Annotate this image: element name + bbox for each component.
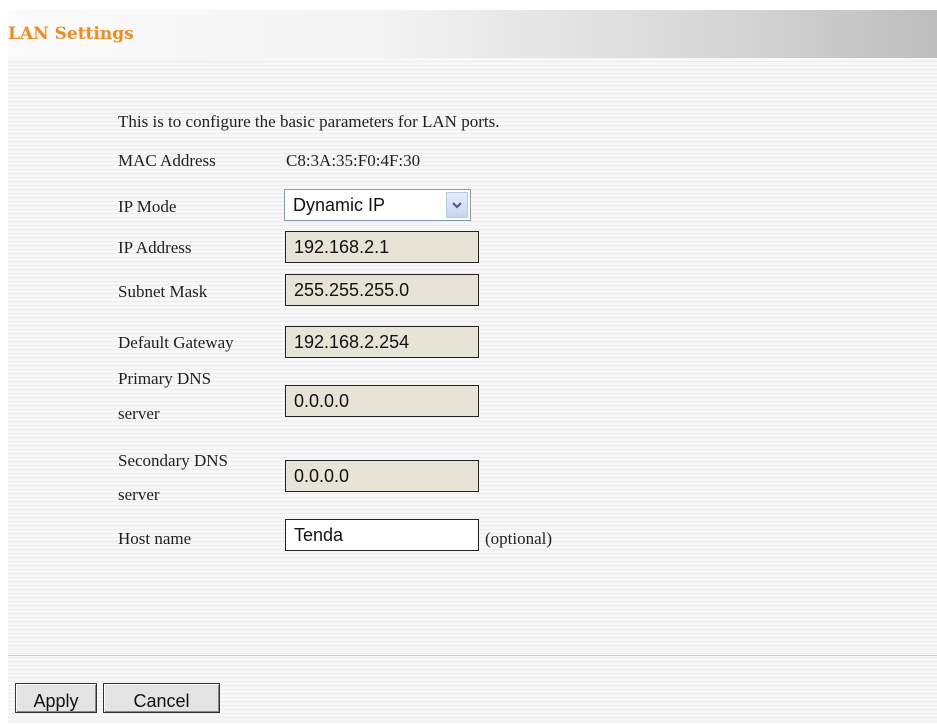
host-name-label: Host name: [118, 529, 192, 548]
host-name-hint: (optional): [485, 529, 553, 548]
default-gateway-field[interactable]: [285, 326, 479, 358]
secondary-dns-label-cont: server: [118, 485, 160, 504]
mac-address-label: MAC Address: [118, 151, 216, 170]
default-gateway-label: Default Gateway: [118, 333, 234, 352]
primary-dns-label-cont: server: [118, 404, 160, 423]
primary-dns-label: Primary DNS: [118, 369, 212, 388]
ip-address-field[interactable]: [285, 231, 479, 263]
apply-button[interactable]: Apply: [15, 683, 97, 713]
cancel-button[interactable]: Cancel: [103, 683, 220, 713]
ip-mode-select[interactable]: Dynamic IP: [284, 189, 471, 221]
ip-mode-label: IP Mode: [118, 197, 177, 216]
ip-address-label: IP Address: [118, 238, 192, 257]
host-name-field[interactable]: [285, 519, 479, 551]
page-title: LAN Settings: [8, 24, 134, 44]
divider: [8, 655, 937, 656]
subnet-mask-field[interactable]: [285, 274, 479, 306]
subnet-mask-label: Subnet Mask: [118, 282, 208, 301]
header-bar: LAN Settings: [8, 10, 937, 58]
secondary-dns-label: Secondary DNS: [118, 451, 229, 470]
mac-address-value: C8:3A:35:F0:4F:30: [286, 151, 421, 170]
secondary-dns-field[interactable]: [285, 460, 479, 492]
primary-dns-field[interactable]: [285, 385, 479, 417]
intro-text: This is to configure the basic parameter…: [118, 112, 500, 131]
chevron-down-icon[interactable]: [446, 192, 468, 218]
ip-mode-value: Dynamic IP: [293, 194, 386, 215]
